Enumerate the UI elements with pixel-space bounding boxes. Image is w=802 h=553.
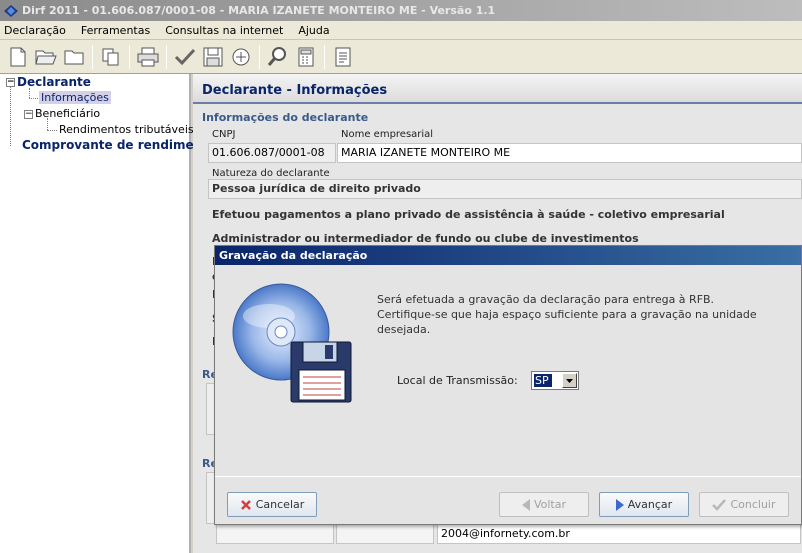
print-icon bbox=[137, 47, 159, 66]
section-informacoes: Informações do declarante bbox=[202, 111, 369, 124]
tree-item-rendimentos[interactable]: Rendimentos tributáveis bbox=[59, 123, 194, 136]
toolbar-separator bbox=[166, 44, 167, 69]
message-line: Será efetuada a gravação da declaração p… bbox=[377, 293, 715, 306]
search-icon bbox=[267, 46, 286, 66]
page-title: Declarante - Informações bbox=[202, 83, 388, 98]
new-document-icon bbox=[10, 47, 26, 66]
arrow-right-icon bbox=[615, 498, 624, 511]
content-header: Declarante - Informações bbox=[193, 74, 802, 104]
gravacao-dialog: Gravação da declaração Será efetuada a g… bbox=[214, 245, 802, 525]
local-transmissao-value: SP bbox=[534, 374, 552, 387]
menu-ajuda[interactable]: Ajuda bbox=[298, 24, 336, 37]
cd-floppy-icon bbox=[232, 283, 352, 403]
transmit-button[interactable] bbox=[227, 43, 255, 71]
collapse-icon[interactable]: − bbox=[24, 109, 33, 119]
cancelar-button[interactable]: Cancelar bbox=[227, 492, 317, 517]
chevron-down-icon bbox=[566, 378, 573, 383]
toolbar-separator bbox=[92, 44, 93, 69]
dialog-title: Gravação da declaração bbox=[215, 246, 801, 265]
concluir-button[interactable]: Concluir bbox=[699, 492, 789, 517]
menu-declaracao[interactable]: Declaração bbox=[4, 24, 73, 37]
folder-button[interactable] bbox=[60, 43, 88, 71]
check-icon bbox=[174, 48, 196, 65]
report-icon bbox=[335, 47, 351, 66]
new-button[interactable] bbox=[4, 43, 32, 71]
copy-icon bbox=[102, 48, 119, 65]
copy-button[interactable] bbox=[97, 43, 125, 71]
natureza-label: Natureza do declarante bbox=[212, 168, 330, 179]
plano-saude-text: Efetuou pagamentos a plano privado de as… bbox=[212, 208, 725, 221]
calculator-button[interactable] bbox=[292, 43, 320, 71]
report-button[interactable] bbox=[329, 43, 357, 71]
administrador-text: Administrador ou intermediador de fundo … bbox=[212, 232, 639, 245]
check-icon bbox=[712, 498, 727, 511]
window-title: Dirf 2011 - 01.606.087/0001-08 - MARIA I… bbox=[22, 4, 496, 17]
save-button[interactable] bbox=[199, 43, 227, 71]
toolbar-separator bbox=[129, 44, 130, 69]
message-line: Certifique-se que haja espaço suficiente… bbox=[377, 308, 757, 321]
save-disk-icon bbox=[203, 47, 223, 66]
toolbar-separator bbox=[324, 44, 325, 69]
dialog-divider bbox=[215, 476, 801, 477]
tree-item-beneficiario[interactable]: − Beneficiário bbox=[24, 107, 100, 120]
app-logo-icon bbox=[4, 4, 18, 17]
calculator-icon bbox=[298, 47, 314, 66]
arrow-left-icon bbox=[521, 498, 530, 511]
folder-icon bbox=[64, 50, 84, 64]
dialog-message: Será efetuada a gravação da declaração p… bbox=[377, 292, 787, 337]
nome-label: Nome empresarial bbox=[341, 129, 434, 140]
navigation-tree: − Declarante Informações − Beneficiário Re… bbox=[0, 74, 223, 553]
cnpj-field: 01.606.087/0001-08 bbox=[208, 143, 336, 163]
search-button[interactable] bbox=[264, 43, 292, 71]
toolbar bbox=[0, 40, 802, 74]
print-button[interactable] bbox=[134, 43, 162, 71]
email-field[interactable]: 2004@infornety.com.br bbox=[437, 524, 801, 544]
tree-item-informacoes[interactable]: Informações bbox=[39, 91, 111, 104]
bottom-field-2[interactable] bbox=[336, 524, 434, 544]
menu-ferramentas[interactable]: Ferramentas bbox=[81, 24, 157, 37]
open-folder-icon bbox=[35, 50, 57, 64]
menu-bar: Declaração Ferramentas Consultas na inte… bbox=[0, 21, 802, 40]
cnpj-label: CNPJ bbox=[212, 129, 236, 140]
message-line: desejada. bbox=[377, 323, 431, 336]
tree-connector bbox=[10, 86, 11, 146]
open-button[interactable] bbox=[32, 43, 60, 71]
menu-consultas[interactable]: Consultas na internet bbox=[165, 24, 290, 37]
tree-connector bbox=[47, 130, 57, 131]
tree-connector bbox=[47, 118, 48, 130]
transmit-icon bbox=[232, 48, 250, 65]
toolbar-separator bbox=[259, 44, 260, 69]
nome-field[interactable]: MARIA IZANETE MONTEIRO ME bbox=[337, 143, 802, 163]
close-icon bbox=[240, 499, 251, 510]
natureza-field: Pessoa jurídica de direito privado bbox=[208, 179, 802, 199]
bottom-field-1[interactable] bbox=[216, 524, 334, 544]
local-transmissao-label: Local de Transmissão: bbox=[397, 374, 518, 387]
title-bar: Dirf 2011 - 01.606.087/0001-08 - MARIA I… bbox=[0, 0, 802, 21]
tree-connector bbox=[29, 98, 38, 99]
local-transmissao-select[interactable]: SP bbox=[531, 371, 579, 390]
tree-connector bbox=[29, 88, 30, 98]
avancar-button[interactable]: Avançar bbox=[599, 492, 689, 517]
tree-item-declarante[interactable]: − Declarante bbox=[6, 75, 91, 89]
voltar-button[interactable]: Voltar bbox=[499, 492, 589, 517]
verify-button[interactable] bbox=[171, 43, 199, 71]
dropdown-arrow[interactable] bbox=[562, 373, 577, 388]
